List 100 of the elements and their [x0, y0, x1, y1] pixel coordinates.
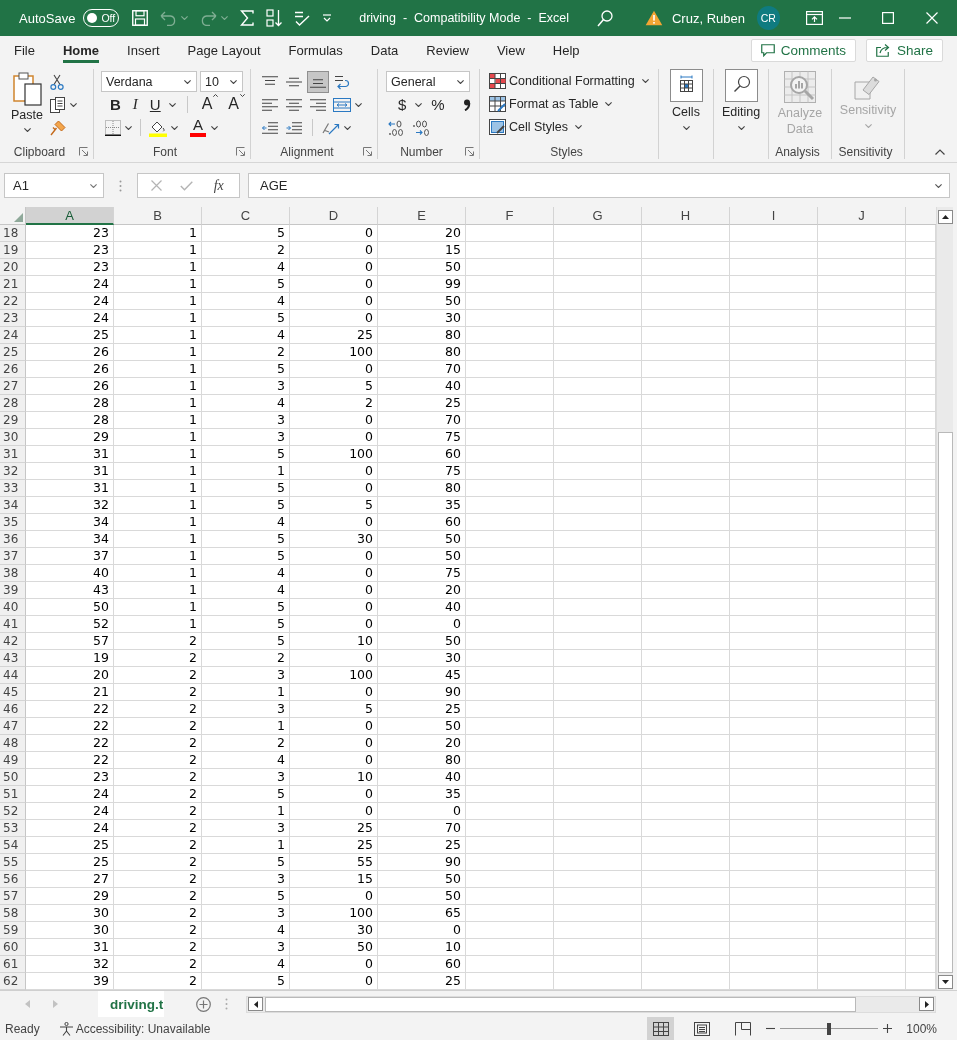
row-header[interactable]: 23: [0, 310, 26, 327]
shrink-font-button[interactable]: A: [225, 93, 249, 116]
ribbon-tab[interactable]: Page Layout: [173, 36, 275, 64]
column-header[interactable]: H: [642, 207, 730, 225]
column-header[interactable]: A: [26, 207, 114, 225]
caret-icon[interactable]: [641, 78, 649, 83]
comments-button[interactable]: Comments: [750, 38, 856, 62]
comment-icon[interactable]: [760, 43, 775, 57]
caret-icon[interactable]: [415, 102, 423, 107]
row-header[interactable]: 48: [0, 735, 26, 752]
row-header[interactable]: 32: [0, 463, 26, 480]
cells-button[interactable]: Cells: [659, 64, 713, 130]
comma-style-icon[interactable]: [462, 98, 471, 111]
align-bottom-button[interactable]: [307, 70, 329, 93]
add-sheet-icon[interactable]: [196, 996, 212, 1012]
format-as-table-button[interactable]: Format as Table: [489, 92, 658, 115]
ribbon-tab[interactable]: Insert: [113, 36, 174, 64]
search-icon[interactable]: [597, 9, 613, 27]
row-header[interactable]: 43: [0, 650, 26, 667]
ribbon-display-icon[interactable]: [805, 11, 823, 25]
caret-icon[interactable]: [23, 128, 31, 132]
italic-button[interactable]: I: [128, 93, 142, 116]
column-header[interactable]: D: [290, 207, 378, 225]
caret-icon[interactable]: [605, 101, 613, 106]
row-header[interactable]: 31: [0, 446, 26, 463]
caret-icon[interactable]: [230, 79, 237, 84]
dialog-launcher-icon[interactable]: [236, 147, 245, 156]
checkmark-icon[interactable]: [180, 180, 194, 191]
ribbon-tab[interactable]: Help: [538, 36, 594, 64]
font-name-dropdown[interactable]: Verdana: [101, 71, 197, 92]
row-header[interactable]: 57: [0, 888, 26, 905]
increase-decimal-icon[interactable]: [388, 119, 406, 136]
maximize-icon[interactable]: [882, 12, 895, 24]
underline-button[interactable]: U: [145, 93, 165, 116]
paste-button[interactable]: Paste: [7, 70, 47, 141]
row-header[interactable]: 35: [0, 514, 26, 531]
row-header[interactable]: 28: [0, 395, 26, 412]
scroll-left-button[interactable]: [248, 997, 263, 1011]
row-header[interactable]: 52: [0, 803, 26, 820]
column-header[interactable]: G: [554, 207, 642, 225]
scrollbar-thumb[interactable]: [265, 996, 856, 1012]
caret-icon[interactable]: [70, 102, 77, 107]
sheet-tab[interactable]: driving.t: [98, 991, 165, 1017]
row-header[interactable]: 56: [0, 871, 26, 888]
caret-icon[interactable]: [184, 79, 191, 84]
row-header[interactable]: 34: [0, 497, 26, 514]
row-header[interactable]: 54: [0, 837, 26, 854]
percent-button[interactable]: %: [427, 93, 449, 116]
caret-icon[interactable]: [211, 125, 218, 130]
bold-button[interactable]: B: [106, 93, 125, 116]
ribbon-tab[interactable]: Review: [412, 36, 483, 64]
row-header[interactable]: 19: [0, 242, 26, 259]
dialog-launcher-icon[interactable]: [363, 147, 372, 156]
caret-icon[interactable]: [682, 126, 690, 130]
horizontal-scrollbar[interactable]: [246, 995, 936, 1013]
row-header[interactable]: 36: [0, 531, 26, 548]
column-header[interactable]: C: [202, 207, 290, 225]
sort-icon[interactable]: [266, 9, 283, 27]
caret-icon[interactable]: [344, 125, 351, 130]
currency-button[interactable]: $: [394, 93, 411, 116]
row-header[interactable]: 47: [0, 718, 26, 735]
zoom-in-icon[interactable]: [883, 1024, 893, 1033]
caret-icon[interactable]: [125, 125, 132, 130]
row-header[interactable]: 42: [0, 633, 26, 650]
row-header[interactable]: 40: [0, 599, 26, 616]
borders-icon[interactable]: [105, 119, 121, 136]
caret-icon[interactable]: [737, 126, 745, 130]
row-header[interactable]: 26: [0, 361, 26, 378]
ribbon-tab[interactable]: Formulas: [274, 36, 357, 64]
vertical-scrollbar[interactable]: [936, 207, 953, 990]
row-header[interactable]: 50: [0, 769, 26, 786]
ribbon-tab[interactable]: File: [0, 36, 49, 64]
row-header[interactable]: 55: [0, 854, 26, 871]
caret-icon[interactable]: [575, 124, 583, 129]
row-header[interactable]: 46: [0, 701, 26, 718]
zoom-level[interactable]: 100%: [906, 1021, 937, 1036]
row-header[interactable]: 39: [0, 582, 26, 599]
accessibility-icon[interactable]: [58, 1021, 74, 1036]
row-header[interactable]: 18: [0, 225, 26, 242]
normal-view-button[interactable]: [647, 1017, 675, 1040]
row-header[interactable]: 61: [0, 956, 26, 973]
scroll-up-button[interactable]: [937, 210, 953, 224]
row-header[interactable]: 29: [0, 412, 26, 429]
save-icon[interactable]: [132, 10, 149, 26]
row-header[interactable]: 30: [0, 429, 26, 446]
customize-icon[interactable]: [322, 14, 333, 22]
row-header[interactable]: 21: [0, 276, 26, 293]
column-header[interactable]: I: [730, 207, 818, 225]
sum-icon[interactable]: [240, 10, 255, 26]
minimize-icon[interactable]: [838, 17, 851, 19]
column-header[interactable]: F: [466, 207, 554, 225]
caret-icon[interactable]: [90, 183, 97, 188]
formula-field[interactable]: AGE: [248, 173, 950, 198]
collapse-ribbon-icon[interactable]: [935, 149, 945, 155]
zoom-slider-thumb[interactable]: [827, 1022, 832, 1035]
user-name[interactable]: Cruz, Ruben: [672, 10, 745, 26]
editing-button[interactable]: Editing: [714, 64, 768, 130]
column-header[interactable]: E: [378, 207, 466, 225]
row-header[interactable]: 33: [0, 480, 26, 497]
row-header[interactable]: 60: [0, 939, 26, 956]
